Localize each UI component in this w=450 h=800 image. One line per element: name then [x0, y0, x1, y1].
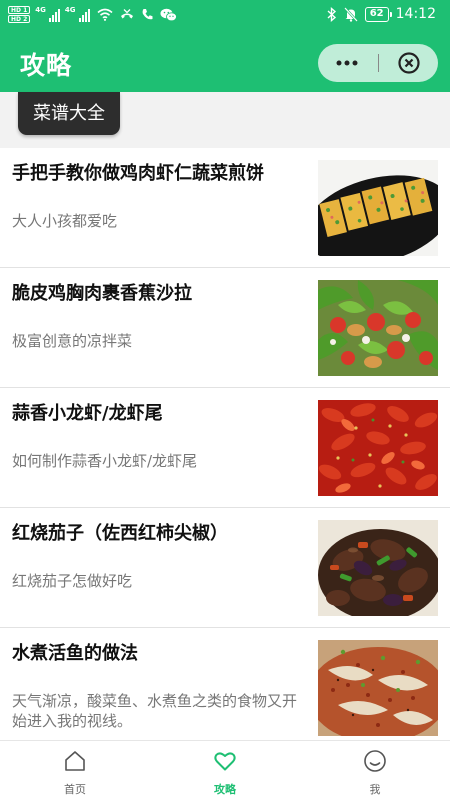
- tab-me-label: 我: [369, 783, 381, 796]
- recipe-item[interactable]: 红烧茄子（佐西红柿尖椒） 红烧茄子怎做好吃: [0, 508, 450, 628]
- missed-call-icon: [120, 9, 133, 19]
- egg-pancake-photo: [318, 160, 438, 256]
- home-icon: [65, 751, 85, 771]
- page-title: 攻略: [20, 51, 73, 80]
- sim2-badge: HD 2: [8, 15, 31, 23]
- close-button[interactable]: [380, 44, 438, 82]
- sim1-badge: HD 1: [8, 6, 31, 14]
- recipe-description: 极富创意的凉拌菜: [12, 332, 133, 350]
- eggplant-photo: [318, 520, 438, 616]
- smiley-icon: [364, 750, 386, 772]
- tab-me[interactable]: 我: [300, 741, 450, 800]
- wifi-icon: [96, 8, 113, 21]
- recipe-title: 水煮活鱼的做法: [12, 643, 138, 664]
- phone-icon: [142, 9, 153, 20]
- recipe-item[interactable]: 水煮活鱼的做法 天气渐凉，酸菜鱼、水煮鱼之类的食物又开始进入我的视线。: [0, 628, 450, 740]
- fish-photo: [318, 640, 438, 736]
- mini-program-capsule: [318, 44, 438, 82]
- recipe-item[interactable]: 蒜香小龙虾/龙虾尾 如何制作蒜香小龙虾/龙虾尾: [0, 388, 450, 508]
- recipe-item[interactable]: 手把手教你做鸡肉虾仁蔬菜煎饼 大人小孩都爱吃: [0, 148, 450, 268]
- app-header: HD 1 HD 2 4G 4G 62 14:12 攻略: [0, 0, 450, 92]
- recipe-title: 蒜香小龙虾/龙虾尾: [12, 403, 163, 424]
- more-button[interactable]: [318, 44, 376, 82]
- title-bar: 攻略: [0, 32, 450, 92]
- recipe-description: 如何制作蒜香小龙虾/龙虾尾: [12, 452, 198, 470]
- more-dots-icon: [336, 60, 358, 66]
- tab-home[interactable]: 首页: [0, 741, 150, 800]
- recipe-item[interactable]: 脆皮鸡胸肉裹香蕉沙拉 极富创意的凉拌菜: [0, 268, 450, 388]
- recipe-list: 手把手教你做鸡肉虾仁蔬菜煎饼 大人小孩都爱吃 脆皮鸡胸肉裹香蕉沙拉 极富创意的凉…: [0, 148, 450, 740]
- crayfish-photo: [318, 400, 438, 496]
- recipe-description: 大人小孩都爱吃: [12, 212, 118, 230]
- status-bar: HD 1 HD 2 4G 4G 62 14:12: [0, 0, 450, 32]
- battery-indicator: 62: [364, 6, 392, 22]
- recipe-description: 红烧茄子怎做好吃: [12, 572, 133, 590]
- signal-icon: [48, 8, 60, 22]
- bottom-tab-bar: 首页 攻略 我: [0, 740, 450, 800]
- network-type-2: 4G: [64, 6, 76, 14]
- tab-guide[interactable]: 攻略: [150, 741, 300, 800]
- signal-icon-2: [78, 8, 90, 22]
- tab-guide-label: 攻略: [214, 783, 236, 796]
- recipe-description: 天气渐凉，酸菜鱼、水煮鱼之类的食物又开始进入我的视线。: [12, 692, 298, 730]
- bell-muted-icon: [343, 6, 358, 22]
- recipe-title: 脆皮鸡胸肉裹香蕉沙拉: [12, 283, 192, 304]
- heart-icon: [214, 752, 236, 771]
- tab-home-label: 首页: [64, 783, 86, 796]
- clock: 14:12: [395, 6, 436, 22]
- recipe-title: 红烧茄子（佐西红柿尖椒）: [12, 523, 228, 544]
- bluetooth-icon: [327, 6, 336, 22]
- sim-indicators: HD 1 HD 2: [8, 6, 31, 23]
- close-circle-icon: [398, 52, 420, 74]
- recipe-title: 手把手教你做鸡肉虾仁蔬菜煎饼: [12, 163, 264, 184]
- network-type: 4G: [35, 6, 46, 14]
- capsule-divider: [378, 54, 379, 72]
- category-tag[interactable]: 菜谱大全: [18, 92, 120, 135]
- wechat-icon: [160, 8, 177, 21]
- salad-photo: [318, 280, 438, 376]
